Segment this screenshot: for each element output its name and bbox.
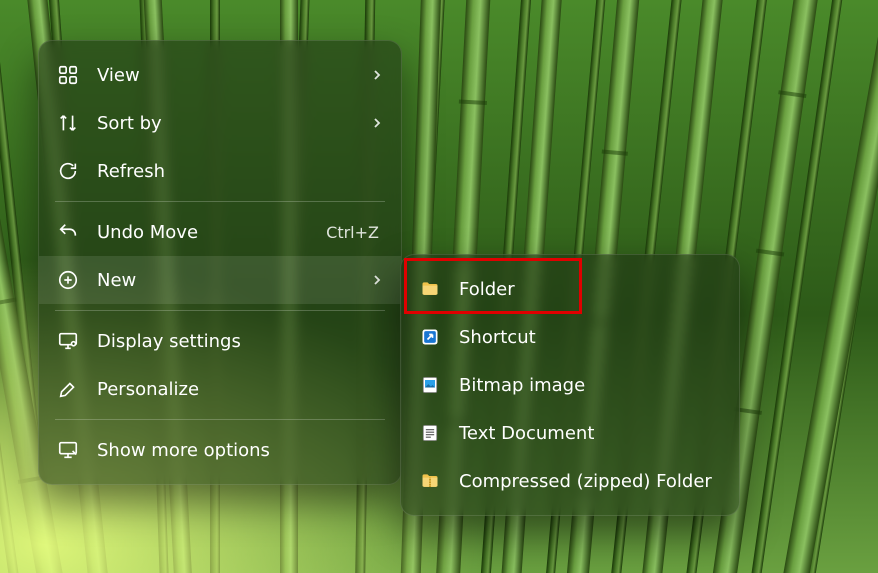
- menu-item-label: Undo Move: [97, 222, 308, 243]
- chevron-right-icon: [371, 69, 383, 81]
- menu-item-personalize[interactable]: Personalize: [39, 365, 401, 413]
- menu-item-label: Refresh: [97, 161, 383, 182]
- menu-item-label: Sort by: [97, 113, 353, 134]
- bitmap-icon: [419, 374, 441, 396]
- new-submenu[interactable]: Folder Shortcut Bitmap image: [400, 254, 740, 516]
- display-icon: [57, 330, 79, 352]
- chevron-right-icon: [371, 117, 383, 129]
- more-options-icon: [57, 439, 79, 461]
- menu-item-view[interactable]: View: [39, 51, 401, 99]
- brush-icon: [57, 378, 79, 400]
- menu-item-more-options[interactable]: Show more options: [39, 426, 401, 474]
- grid-icon: [57, 64, 79, 86]
- menu-item-shortcut: Ctrl+Z: [326, 223, 379, 242]
- plus-circle-icon: [57, 269, 79, 291]
- menu-item-label: Display settings: [97, 331, 383, 352]
- menu-item-label: New: [97, 270, 353, 291]
- submenu-item-label: Folder: [459, 279, 721, 300]
- menu-separator: [55, 419, 385, 420]
- submenu-item-text[interactable]: Text Document: [401, 409, 739, 457]
- menu-item-refresh[interactable]: Refresh: [39, 147, 401, 195]
- menu-separator: [55, 310, 385, 311]
- menu-item-label: Personalize: [97, 379, 383, 400]
- submenu-item-label: Text Document: [459, 423, 721, 444]
- menu-item-label: View: [97, 65, 353, 86]
- submenu-item-zip[interactable]: Compressed (zipped) Folder: [401, 457, 739, 505]
- desktop-context-menu[interactable]: View Sort by Refresh Undo Move: [38, 40, 402, 485]
- menu-separator: [55, 201, 385, 202]
- submenu-item-label: Bitmap image: [459, 375, 721, 396]
- submenu-item-label: Compressed (zipped) Folder: [459, 471, 721, 492]
- submenu-item-folder[interactable]: Folder: [401, 265, 739, 313]
- shortcut-icon: [419, 326, 441, 348]
- menu-item-sort[interactable]: Sort by: [39, 99, 401, 147]
- submenu-item-label: Shortcut: [459, 327, 721, 348]
- menu-item-undo[interactable]: Undo Move Ctrl+Z: [39, 208, 401, 256]
- zip-folder-icon: [419, 470, 441, 492]
- sort-icon: [57, 112, 79, 134]
- refresh-icon: [57, 160, 79, 182]
- menu-item-new[interactable]: New: [39, 256, 401, 304]
- menu-item-label: Show more options: [97, 440, 383, 461]
- submenu-item-bitmap[interactable]: Bitmap image: [401, 361, 739, 409]
- menu-item-display-settings[interactable]: Display settings: [39, 317, 401, 365]
- chevron-right-icon: [371, 274, 383, 286]
- text-file-icon: [419, 422, 441, 444]
- submenu-item-shortcut[interactable]: Shortcut: [401, 313, 739, 361]
- undo-icon: [57, 221, 79, 243]
- folder-icon: [419, 278, 441, 300]
